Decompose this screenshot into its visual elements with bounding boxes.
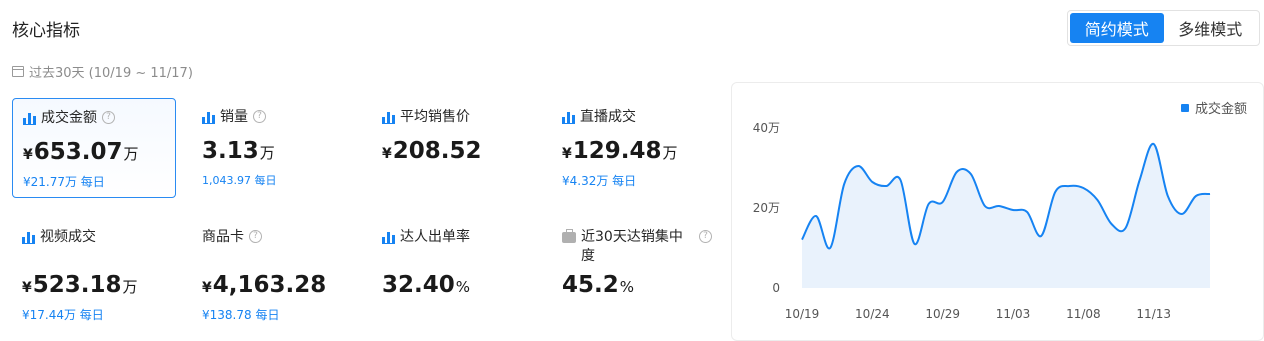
mode-toggle: 简约模式 多维模式 <box>1067 10 1260 46</box>
help-icon[interactable]: ? <box>249 230 262 243</box>
data-point <box>1166 194 1170 198</box>
bar-chart-icon <box>23 113 36 125</box>
data-point <box>1208 192 1212 196</box>
data-point <box>1095 198 1099 202</box>
metric-daily: ¥21.77万 每日 <box>23 175 105 189</box>
bag-icon <box>562 229 576 243</box>
data-point <box>969 172 973 176</box>
data-point <box>1039 234 1043 238</box>
bar-chart-icon <box>202 112 215 124</box>
y-tick-label: 40万 <box>753 121 780 135</box>
data-point <box>1152 142 1156 146</box>
metric-label: 商品卡 <box>202 229 244 245</box>
data-point <box>983 204 987 208</box>
data-point <box>1067 184 1071 188</box>
help-icon[interactable]: ? <box>102 111 115 124</box>
data-point <box>1053 190 1057 194</box>
data-point <box>1124 226 1128 230</box>
data-point <box>1110 222 1114 226</box>
help-icon[interactable]: ? <box>253 110 266 123</box>
data-point <box>1138 178 1142 182</box>
metric-value: ¥208.52 <box>382 138 482 164</box>
trend-chart[interactable]: 0 20万 40万 10/19 10/24 10/29 11/03 11/08 11/13 <box>732 83 1264 341</box>
metric-card-creator-concentration[interactable]: 近30天达销集中度 ? 45.2% <box>552 218 722 328</box>
data-point <box>955 170 959 174</box>
metric-label: 达人出单率 <box>400 229 470 245</box>
multi-dimension-mode-button[interactable]: 多维模式 <box>1164 13 1258 43</box>
metric-value: ¥4,163.28 <box>202 272 327 298</box>
metric-card-gmv[interactable]: 成交金额 ? ¥653.07万 ¥21.77万 每日 <box>12 98 176 198</box>
metric-daily: 1,043.97 每日 <box>202 174 277 187</box>
date-range: 过去30天 (10/19 ~ 11/17) <box>12 62 193 81</box>
metric-card-video-sales[interactable]: 视频成交 ¥523.18万 ¥17.44万 每日 <box>12 218 176 328</box>
metric-value: 32.40% <box>382 272 471 298</box>
metric-label: 直播成交 <box>580 109 636 125</box>
metric-label: 视频成交 <box>40 229 96 245</box>
data-point <box>870 180 874 184</box>
trend-chart-panel: 成交金额 0 20万 40万 10/19 10/24 10/29 11/03 11/08 11/… <box>731 82 1264 341</box>
x-tick-label: 11/13 <box>1136 307 1171 321</box>
data-point <box>927 202 931 206</box>
metric-card-live-sales[interactable]: 直播成交 ¥129.48万 ¥4.32万 每日 <box>552 98 716 198</box>
metric-card-product-card[interactable]: 商品卡 ? ¥4,163.28 ¥138.78 每日 <box>192 218 356 328</box>
data-point <box>898 178 902 182</box>
series-area-gmv <box>802 143 1210 288</box>
metric-label: 销量 <box>220 109 248 125</box>
bar-chart-icon <box>22 232 35 244</box>
metric-label: 近30天达销集中度 <box>581 229 683 264</box>
y-tick-label: 0 <box>772 281 780 295</box>
page-title: 核心指标 <box>12 21 80 41</box>
bar-chart-icon <box>382 232 395 244</box>
data-point <box>800 238 804 242</box>
data-point <box>1194 194 1198 198</box>
data-point <box>842 182 846 186</box>
metric-label: 成交金额 <box>41 110 97 126</box>
metric-value: ¥129.48万 <box>562 138 678 164</box>
data-point <box>1011 208 1015 212</box>
metric-daily: ¥17.44万 每日 <box>22 308 104 322</box>
metric-daily: ¥138.78 每日 <box>202 308 280 322</box>
data-point <box>941 200 945 204</box>
data-point <box>856 164 860 168</box>
x-tick-label: 11/03 <box>996 307 1031 321</box>
data-point <box>828 246 832 250</box>
data-point <box>913 242 917 246</box>
data-point <box>1081 186 1085 190</box>
calendar-icon <box>12 66 24 77</box>
y-tick-label: 20万 <box>753 201 780 215</box>
x-tick-label: 10/19 <box>785 307 820 321</box>
simple-mode-button[interactable]: 简约模式 <box>1070 13 1164 43</box>
metric-label: 平均销售价 <box>400 109 470 125</box>
metric-daily: ¥4.32万 每日 <box>562 174 637 188</box>
data-point <box>884 184 888 188</box>
bar-chart-icon <box>382 112 395 124</box>
bar-chart-icon <box>562 112 575 124</box>
x-tick-label: 10/24 <box>855 307 890 321</box>
data-point <box>997 204 1001 208</box>
date-range-label: 过去30天 (10/19 ~ 11/17) <box>29 66 193 81</box>
x-tick-label: 11/08 <box>1066 307 1101 321</box>
metric-value: ¥653.07万 <box>23 139 139 165</box>
x-tick-label: 10/29 <box>925 307 960 321</box>
metric-card-sales-volume[interactable]: 销量 ? 3.13万 1,043.97 每日 <box>192 98 356 198</box>
help-icon[interactable]: ? <box>699 230 712 243</box>
data-point <box>814 214 818 218</box>
metric-card-average-price[interactable]: 平均销售价 ¥208.52 <box>372 98 536 198</box>
metric-value: 3.13万 <box>202 138 275 164</box>
metric-value: ¥523.18万 <box>22 272 138 298</box>
data-point <box>1180 212 1184 216</box>
metric-card-creator-order-rate[interactable]: 达人出单率 32.40% <box>372 218 536 328</box>
metric-value: 45.2% <box>562 272 635 298</box>
data-point <box>1025 210 1029 214</box>
